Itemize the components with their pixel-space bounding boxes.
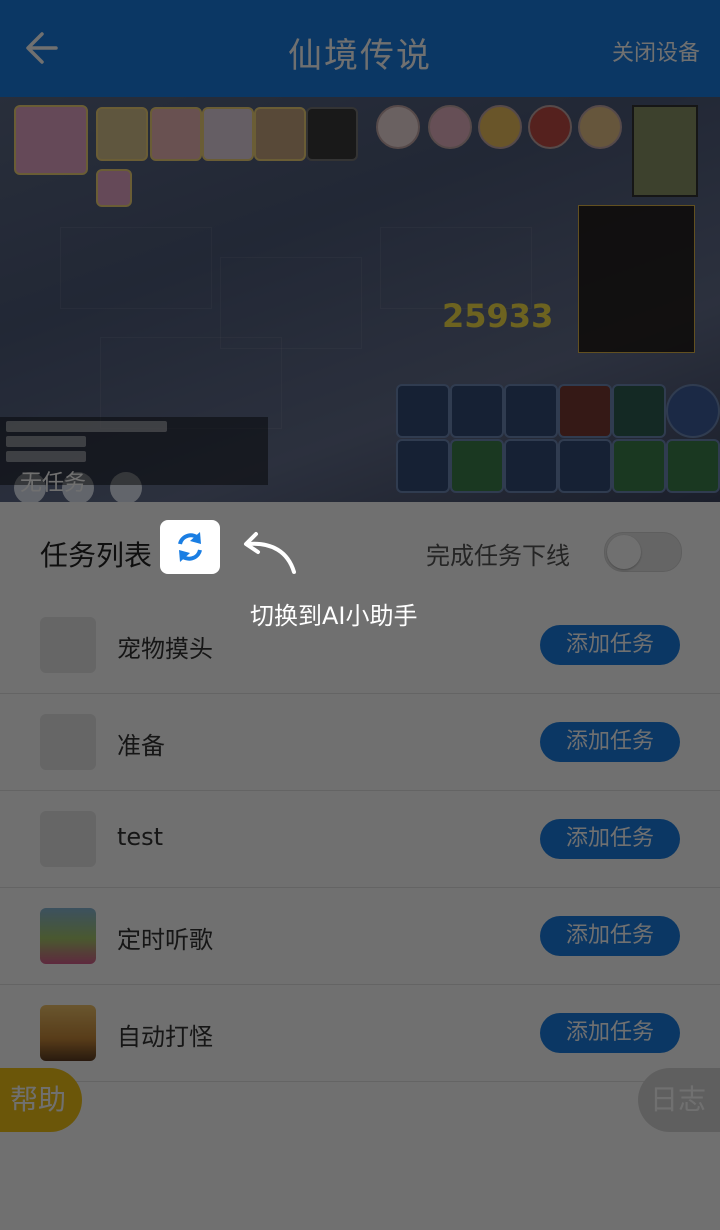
highlighted-switch-button[interactable] <box>160 520 220 574</box>
floor-tile <box>60 227 212 309</box>
chat-line <box>6 421 167 432</box>
party-portrait[interactable] <box>254 107 306 161</box>
add-task-button[interactable]: 添加任务 <box>540 1013 680 1053</box>
add-task-button[interactable]: 添加任务 <box>540 916 680 956</box>
skill-slot[interactable] <box>504 439 558 493</box>
quest-tracker[interactable] <box>578 205 695 353</box>
top-bar: 仙境传说 关闭设备 <box>0 0 720 97</box>
gamepad-icon <box>40 617 96 673</box>
floor-tile <box>220 257 362 349</box>
attack-button[interactable] <box>666 384 720 438</box>
skill-slot[interactable] <box>396 384 450 438</box>
floor-tile <box>100 337 282 429</box>
chat-line <box>6 451 87 462</box>
avatar[interactable] <box>578 105 622 149</box>
skill-slot[interactable] <box>450 384 504 438</box>
skill-slot[interactable] <box>558 439 612 493</box>
skill-slot[interactable] <box>558 384 612 438</box>
party-portrait[interactable] <box>202 107 254 161</box>
party-portrait[interactable] <box>150 107 202 161</box>
task-list-title: 任务列表 <box>40 539 153 572</box>
log-button[interactable]: 日志 <box>638 1068 720 1132</box>
gamepad-icon <box>40 714 96 770</box>
offline-toggle[interactable] <box>604 532 682 572</box>
minimap[interactable] <box>632 105 698 197</box>
avatar[interactable] <box>428 105 472 149</box>
player-portrait[interactable] <box>14 105 88 175</box>
party-portrait[interactable] <box>96 107 148 161</box>
task-status-label: 无任务 <box>20 471 87 496</box>
gamepad-icon <box>40 811 96 867</box>
task-name: test <box>117 823 164 851</box>
damage-number: 25933 <box>442 297 554 335</box>
skill-slot[interactable] <box>450 439 504 493</box>
skill-slot[interactable] <box>612 384 666 438</box>
refresh-icon <box>178 532 202 562</box>
add-task-button[interactable]: 添加任务 <box>540 625 680 665</box>
list-item[interactable]: test 添加任务 <box>0 791 720 888</box>
task-name: 宠物摸头 <box>117 635 213 663</box>
close-device-button[interactable]: 关闭设备 <box>612 35 700 67</box>
skill-slot[interactable] <box>612 439 666 493</box>
toggle-knob <box>607 535 641 569</box>
list-item[interactable]: 自动打怪 添加任务 <box>0 985 720 1082</box>
add-task-button[interactable]: 添加任务 <box>540 819 680 859</box>
add-friend-icon[interactable] <box>306 107 358 161</box>
task-name: 准备 <box>117 732 165 760</box>
flower-thumbnail <box>40 908 96 964</box>
avatar[interactable] <box>478 105 522 149</box>
help-button[interactable]: 帮助 <box>0 1068 82 1132</box>
pet-portrait[interactable] <box>96 169 132 207</box>
list-item[interactable]: 定时听歌 添加任务 <box>0 888 720 985</box>
chat-line <box>6 436 87 447</box>
skill-slot[interactable] <box>504 384 558 438</box>
avatar[interactable] <box>376 105 420 149</box>
task-list-header: 任务列表 完成任务下线 <box>0 502 720 598</box>
list-item[interactable]: 准备 添加任务 <box>0 694 720 791</box>
add-task-button[interactable]: 添加任务 <box>540 722 680 762</box>
task-name: 自动打怪 <box>117 1023 213 1051</box>
house-thumbnail <box>40 1005 96 1061</box>
skill-slot[interactable] <box>396 439 450 493</box>
offline-after-complete-label: 完成任务下线 <box>426 542 570 570</box>
task-name: 定时听歌 <box>117 926 213 954</box>
task-list: 宠物摸头 添加任务 准备 添加任务 test 添加任务 定时听歌 添加任务 自动… <box>0 597 720 1082</box>
avatar[interactable] <box>528 105 572 149</box>
curved-arrow-icon <box>244 532 296 574</box>
tutorial-hint: 切换到AI小助手 <box>250 602 418 630</box>
skill-slot[interactable] <box>666 439 720 493</box>
game-screen[interactable]: 25933 <box>0 97 720 502</box>
